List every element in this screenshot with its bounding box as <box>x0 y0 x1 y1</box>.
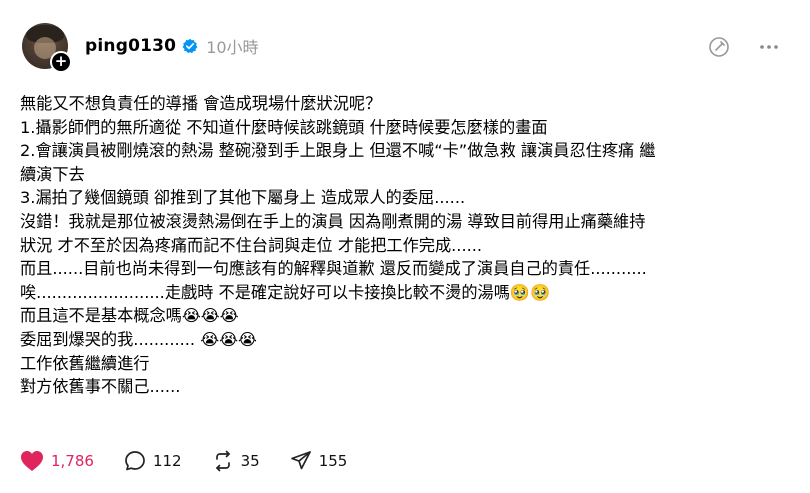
post-line: 對方依舊事不關己...... <box>20 377 181 397</box>
repost-count: 35 <box>240 452 260 470</box>
share-icon <box>290 451 311 470</box>
post-line: 1.攝影師們的無所適從 不知道什麼時候該跳鏡頭 什麼時候要怎麼樣的畫面 <box>20 117 548 137</box>
post-line: 續演下去 <box>20 164 85 184</box>
post-line: 委屈到爆哭的我............ 😭😭😭 <box>20 329 257 349</box>
post-line: 無能又不想負責任的導播 會造成現場什麼狀況呢？ <box>20 94 382 113</box>
post-line: 沒錯！我就是那位被滾燙熱湯倒在手上的演員 因為剛煮開的湯 導致目前得用止痛藥維持 <box>20 211 646 231</box>
more-options-icon[interactable] <box>758 36 780 58</box>
post-line: 而且......目前也尚未得到一句應該有的解釋與道歉 還反而變成了演員自己的責任… <box>20 259 647 279</box>
comment-button[interactable]: 112 <box>124 450 182 472</box>
post-top-actions <box>708 36 780 58</box>
post-header: ping0130 10小時 <box>85 34 259 58</box>
like-count: 1,786 <box>51 452 94 470</box>
post-line: 3.漏拍了幾個鏡頭 卻推到了其他下屬身上 造成眾人的委屈...... <box>20 188 466 208</box>
share-count: 155 <box>318 452 348 470</box>
post-actions: 1,786 112 35 155 <box>20 450 377 472</box>
verified-badge-icon <box>182 38 198 54</box>
edit-icon[interactable] <box>708 36 730 58</box>
heart-icon <box>21 451 43 471</box>
post-body: 無能又不想負責任的導播 會造成現場什麼狀況呢？ 1.攝影師們的無所適從 不知道什… <box>20 92 790 399</box>
repost-icon <box>215 450 230 472</box>
comment-icon <box>125 451 145 471</box>
comment-count: 112 <box>152 452 182 470</box>
share-button[interactable]: 155 <box>290 450 348 472</box>
follow-plus-icon[interactable]: + <box>50 51 72 73</box>
post-time: 10小時 <box>206 38 259 57</box>
post-line: 2.會讓演員被剛燒滾的熱湯 整碗潑到手上跟身上 但還不喊“卡”做急救 讓演員忍住… <box>20 141 656 161</box>
post-line: 工作依舊繼續進行 <box>20 353 150 373</box>
username[interactable]: ping0130 <box>85 36 176 56</box>
post-line: 狀況 才不至於因為疼痛而記不住台詞與走位 才能把工作完成...... <box>20 235 483 255</box>
like-button[interactable]: 1,786 <box>20 450 94 472</box>
repost-button[interactable]: 35 <box>212 450 260 472</box>
post-line: 而且這不是基本概念嗎😭😭😭 <box>20 306 239 326</box>
post-line: 唉.........................走戲時 不是確定說好可以卡接… <box>20 282 551 302</box>
avatar[interactable]: + <box>22 23 72 73</box>
